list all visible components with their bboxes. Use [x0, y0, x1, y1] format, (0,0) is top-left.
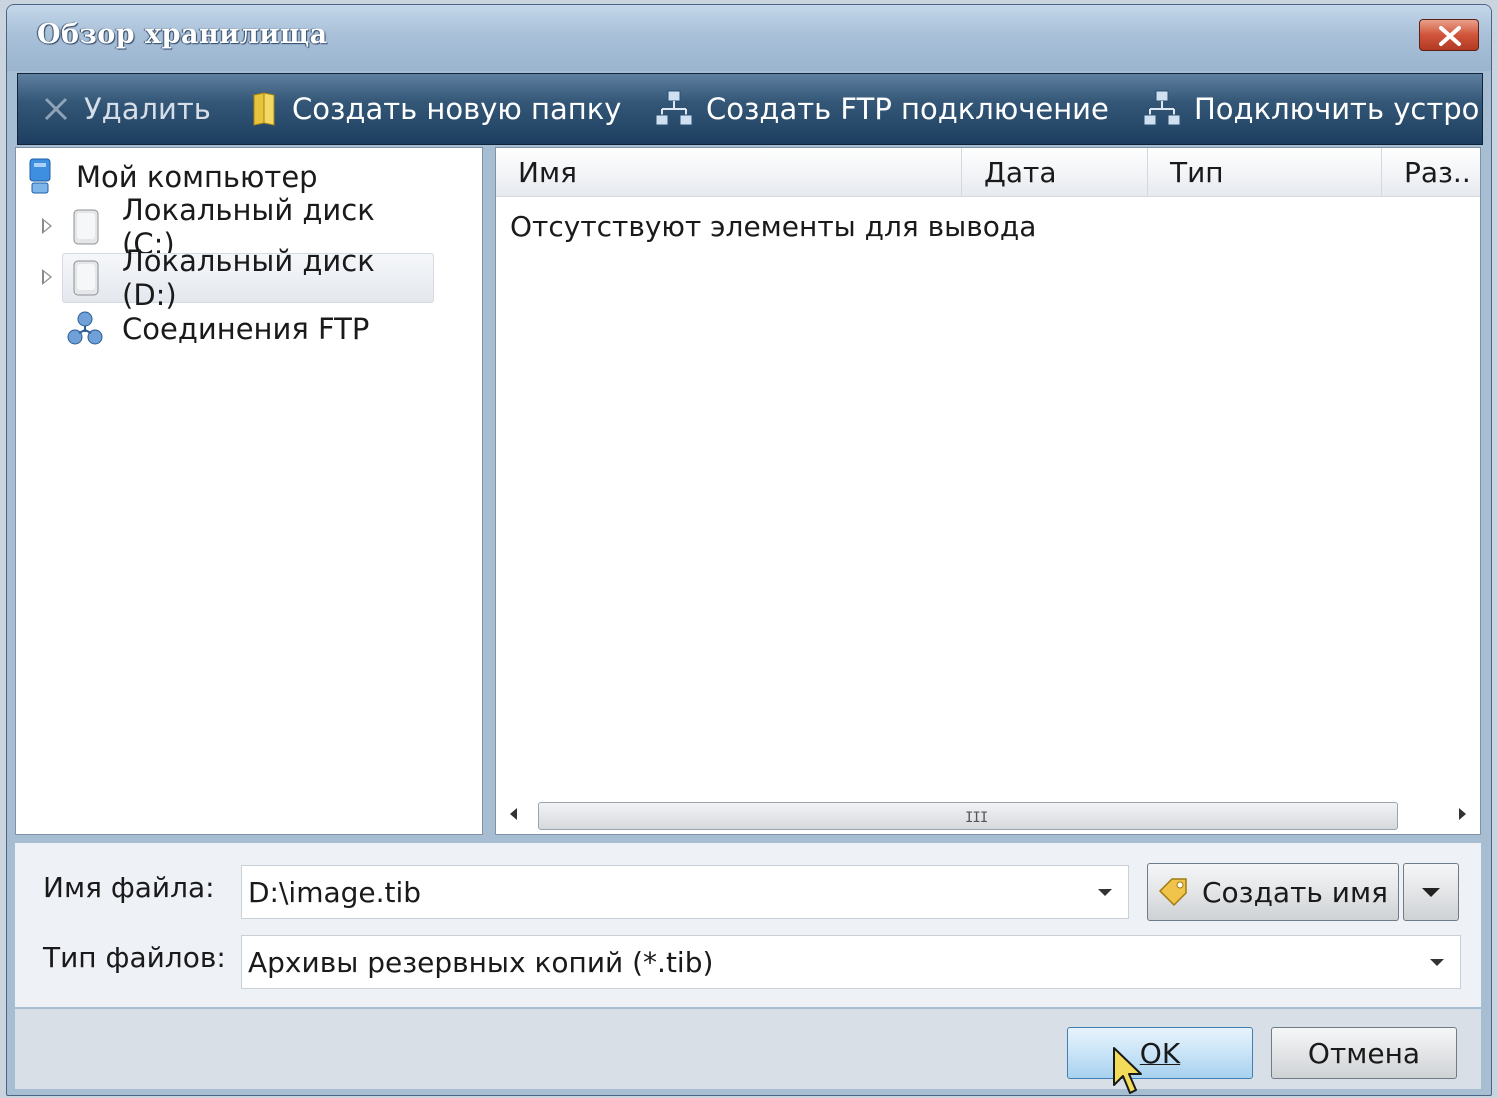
scroll-right-arrow-icon[interactable]	[1459, 808, 1466, 820]
cancel-label: Отмена	[1307, 1036, 1421, 1070]
scroll-thumb[interactable]: III	[538, 802, 1398, 830]
connect-device-button[interactable]: Подключить устрой	[1142, 74, 1483, 144]
cancel-button[interactable]: Отмена	[1271, 1027, 1457, 1079]
dialog-footer: OK Отмена	[15, 1009, 1481, 1094]
delete-button[interactable]: Удалить	[40, 74, 211, 144]
tree-label: Соединения FTP	[122, 312, 370, 346]
window-title: Обзор хранилища	[37, 19, 328, 50]
horizontal-scrollbar[interactable]: III	[496, 794, 1480, 834]
tree-item-ftp-connections[interactable]: Соединения FTP	[66, 304, 369, 354]
connect-device-label: Подключить устрой	[1194, 92, 1483, 126]
column-header-size[interactable]: Раз..	[1382, 148, 1482, 196]
delete-label: Удалить	[84, 92, 211, 126]
generate-name-label: Создать имя	[1202, 875, 1388, 909]
title-bar[interactable]: Обзор хранилища	[7, 5, 1491, 71]
column-header-date[interactable]: Дата	[962, 148, 1148, 196]
folder-icon	[250, 91, 280, 127]
new-folder-button[interactable]: Создать новую папку	[250, 74, 621, 144]
filetype-combobox[interactable]: Архивы резервных копий (*.tib)	[241, 935, 1461, 989]
filename-combobox[interactable]: D:\image.tib	[241, 865, 1129, 919]
storage-browser-dialog: Обзор хранилища Удалить Создать новую па…	[6, 4, 1492, 1096]
chevron-down-icon[interactable]	[1430, 959, 1444, 966]
drive-icon	[72, 208, 100, 246]
tree-item-drive-d[interactable]: Локальный диск (D:)	[62, 244, 434, 312]
new-folder-label: Создать новую папку	[292, 92, 622, 126]
filetype-label: Тип файлов:	[43, 941, 226, 974]
filename-value: D:\image.tib	[248, 875, 422, 909]
generate-name-button[interactable]: Создать имя	[1147, 863, 1399, 921]
ftp-network-icon	[66, 310, 104, 348]
generate-name-dropdown-button[interactable]	[1403, 863, 1459, 921]
close-icon	[1439, 26, 1461, 46]
folder-tree: Мой компьютер Локальный диск (C:) Локаль…	[15, 147, 483, 835]
expand-arrow-c[interactable]	[42, 218, 52, 234]
delete-x-icon	[40, 93, 72, 125]
column-header-type[interactable]: Тип	[1148, 148, 1382, 196]
ok-button[interactable]: OK	[1067, 1027, 1253, 1079]
filename-label: Имя файла:	[43, 871, 215, 904]
tag-icon	[1156, 875, 1190, 909]
filetype-value: Архивы резервных копий (*.tib)	[248, 945, 714, 979]
column-header-name[interactable]: Имя	[496, 148, 962, 196]
mouse-cursor-icon	[1113, 1047, 1142, 1094]
tree-label: Локальный диск (D:)	[122, 244, 375, 312]
network-icon	[654, 89, 694, 129]
empty-list-message: Отсутствуют элементы для вывода	[510, 210, 1037, 243]
computer-icon	[26, 157, 58, 197]
tree-label: Мой компьютер	[76, 160, 318, 194]
file-options-panel: Имя файла: D:\image.tib Создать имя Тип …	[15, 843, 1481, 1007]
create-ftp-label: Создать FTP подключение	[706, 92, 1109, 126]
close-button[interactable]	[1419, 19, 1479, 51]
create-ftp-button[interactable]: Создать FTP подключение	[654, 74, 1109, 144]
expand-arrow-d[interactable]	[42, 269, 52, 285]
network-icon	[1142, 89, 1182, 129]
chevron-down-icon[interactable]	[1098, 889, 1112, 896]
file-list: Имя Дата Тип Раз.. Отсутствуют элементы …	[495, 147, 1481, 835]
list-header: Имя Дата Тип Раз..	[496, 148, 1480, 197]
toolbar: Удалить Создать новую папку Создать FTP …	[17, 73, 1483, 145]
scroll-grip: III	[965, 810, 988, 826]
drive-icon	[72, 259, 100, 297]
scroll-left-arrow-icon[interactable]	[510, 808, 517, 820]
chevron-down-icon	[1422, 887, 1440, 897]
